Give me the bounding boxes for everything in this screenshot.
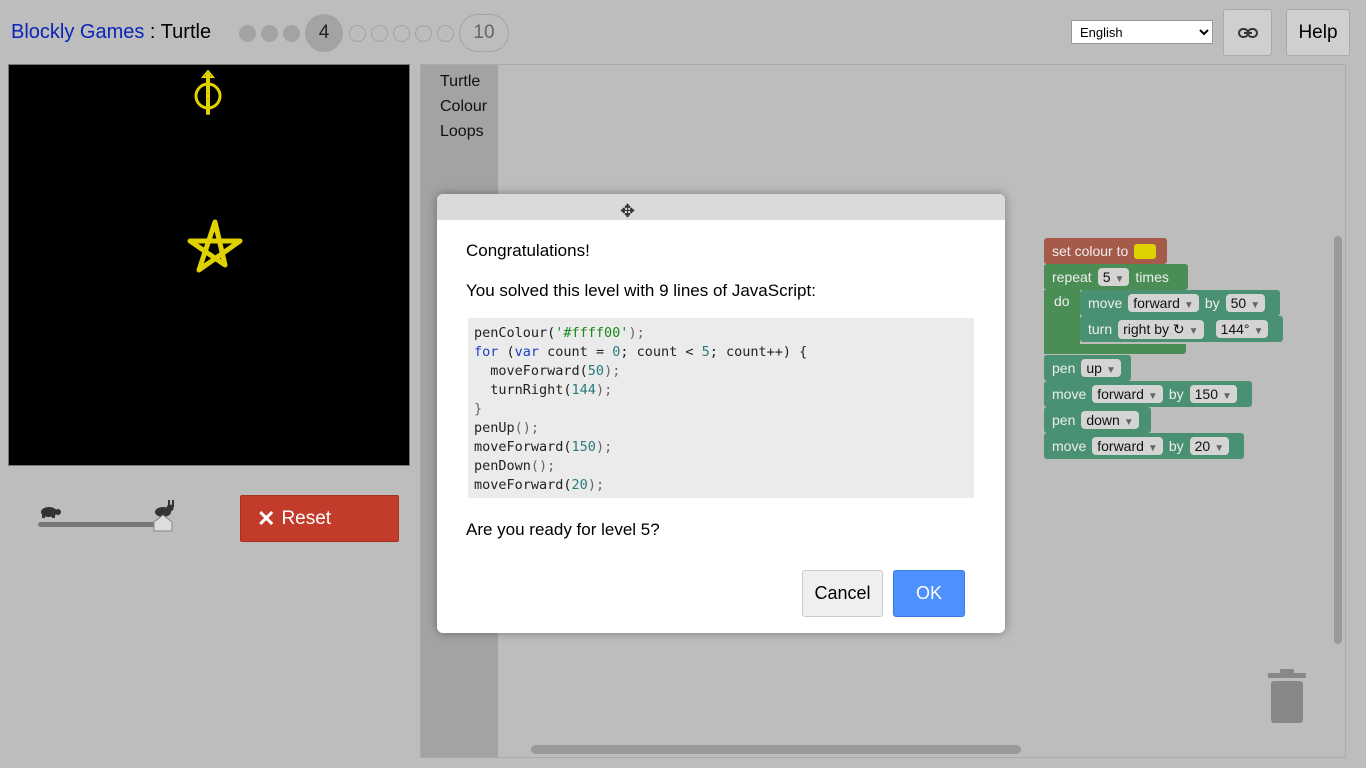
turn-direction-field[interactable]: right by ↻ ▼ [1118,319,1204,339]
level-2-dot[interactable] [260,24,278,42]
code-block: penColour('#ffff00'); for (var count = 0… [468,318,974,498]
cancel-button[interactable]: Cancel [802,570,883,617]
block-label: by [1168,438,1184,454]
block-label: pen [1052,360,1076,376]
slider-thumb[interactable] [153,514,173,532]
move-icon[interactable]: ✥ [620,202,635,220]
app-home-link[interactable]: Blockly Games [11,21,144,43]
turtle-drawing [187,69,243,273]
level-last[interactable]: 10 [459,14,509,52]
block-label: times [1135,269,1169,285]
block-label: do [1054,293,1070,309]
ok-button[interactable]: OK [893,570,965,617]
dialog-title-bar[interactable]: ✥ [437,194,1005,220]
distance-field[interactable]: 50 ▼ [1225,294,1266,312]
toolbox-category-loops[interactable]: Loops [421,119,498,144]
turn-block[interactable]: turn right by ↻ ▼ 144° ▼ [1080,316,1283,342]
page-title: Blockly Games : Turtle [11,21,211,44]
speed-slider[interactable] [36,498,178,534]
direction-field[interactable]: forward ▼ [1092,385,1163,403]
toolbox-category-turtle[interactable]: Turtle [421,69,498,94]
level-6-dot[interactable] [370,24,388,42]
horizontal-scrollbar[interactable] [531,745,1021,754]
pen-state-field[interactable]: up ▼ [1081,359,1121,377]
level-current[interactable]: 4 [305,14,343,52]
block-label: move [1088,295,1123,311]
level-8-dot[interactable] [414,24,432,42]
vertical-scrollbar[interactable] [1334,236,1342,644]
reset-button[interactable]: ✕ Reset [240,495,399,542]
trash-icon[interactable] [1266,669,1308,725]
dialog-solved-text: You solved this level with 9 lines of Ja… [466,281,816,300]
repeat-block[interactable]: repeat 5 ▼ times [1044,264,1188,290]
toolbox-category-colour[interactable]: Colour [421,94,498,119]
block-label: move [1052,438,1087,454]
level-1-dot[interactable] [238,24,256,42]
dialog-heading: Congratulations! [466,241,590,260]
close-icon: ✕ [257,505,276,531]
pen-up-block[interactable]: pen up ▼ [1044,355,1131,381]
repeat-count-field[interactable]: 5 ▼ [1097,268,1130,286]
language-select[interactable]: English [1071,20,1213,44]
colour-swatch[interactable] [1134,243,1157,259]
reset-label: Reset [281,507,332,529]
link-button[interactable] [1223,9,1272,56]
direction-field[interactable]: forward ▼ [1092,437,1163,455]
header: Blockly Games : Turtle 4 10 English Help [0,0,1366,64]
block-label: turn [1088,321,1113,337]
block-label: pen [1052,412,1076,428]
distance-field[interactable]: 150 ▼ [1189,385,1237,403]
slider-track[interactable] [38,522,164,527]
link-icon [1237,27,1258,38]
set-colour-block[interactable]: set colour to [1044,238,1167,264]
move-forward-block[interactable]: move forward ▼ by 50 ▼ [1080,290,1280,316]
level-9-dot[interactable] [436,24,454,42]
move-forward-block[interactable]: move forward ▼ by 20 ▼ [1044,433,1244,459]
angle-field[interactable]: 144° ▼ [1215,320,1269,338]
slow-turtle-icon [41,507,61,518]
pen-state-field[interactable]: down ▼ [1081,411,1139,429]
block-label: by [1168,386,1184,402]
direction-field[interactable]: forward ▼ [1128,294,1199,312]
dialog-ready-text: Are you ready for level 5? [466,520,660,539]
success-dialog: ✥ Congratulations! You solved this level… [437,194,1005,633]
game-name: Turtle [160,21,212,43]
level-3-dot[interactable] [282,24,300,42]
block-label: move [1052,386,1087,402]
pen-down-block[interactable]: pen down ▼ [1044,407,1151,433]
help-button[interactable]: Help [1286,9,1350,56]
level-7-dot[interactable] [392,24,410,42]
move-forward-block[interactable]: move forward ▼ by 150 ▼ [1044,381,1252,407]
block-label: repeat [1052,269,1092,285]
star-drawing [187,219,243,273]
title-separator: : [144,21,161,43]
level-selector: 4 10 [236,14,512,52]
level-5-dot[interactable] [348,24,366,42]
block-label: set colour to [1052,243,1129,259]
turtle-canvas [8,64,410,466]
repeat-block-foot [1044,344,1186,354]
distance-field[interactable]: 20 ▼ [1189,437,1230,455]
block-label: by [1204,295,1220,311]
